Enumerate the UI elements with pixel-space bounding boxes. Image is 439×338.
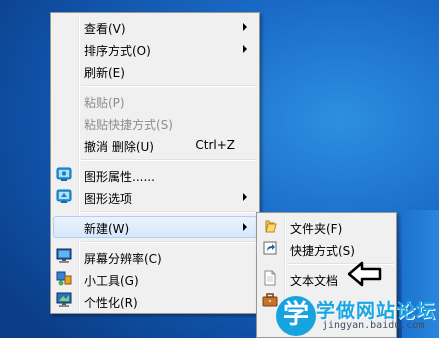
menu-item-shortcut: Ctrl+Z	[195, 138, 235, 152]
screen-resolution-icon	[56, 248, 72, 264]
graphics-properties-icon	[56, 166, 72, 182]
menu-item-personalize[interactable]: 个性化(R)	[53, 290, 257, 312]
submenu-item-folder[interactable]: 文件夹(F)	[259, 216, 394, 238]
menu-separator	[81, 241, 257, 243]
menu-item-gadgets[interactable]: 小工具(G)	[53, 268, 257, 290]
shortcut-icon	[262, 240, 278, 256]
menu-item-label: 查看(V)	[84, 22, 126, 36]
folder-icon	[262, 218, 278, 234]
menu-item-paste[interactable]: 粘贴(P)	[53, 90, 257, 112]
menu-item-undo-delete[interactable]: 撤消 删除(U) Ctrl+Z	[53, 134, 257, 156]
menu-item-graphics-properties[interactable]: 图形属性......	[53, 164, 257, 186]
text-document-icon	[262, 270, 278, 286]
menu-separator	[81, 159, 257, 161]
menu-item-label: 粘贴(P)	[84, 96, 125, 110]
menu-item-label: 文本文档	[290, 274, 339, 288]
submenu-arrow-icon	[243, 223, 247, 231]
watermark-title: 学做网站论坛	[316, 300, 437, 322]
graphics-options-icon	[56, 188, 72, 204]
menu-separator	[81, 211, 257, 213]
menu-item-label: 小工具(G)	[84, 274, 139, 288]
menu-item-label: 个性化(R)	[84, 296, 138, 310]
menu-item-paste-shortcut[interactable]: 粘贴快捷方式(S)	[53, 112, 257, 134]
desktop-context-menu: 查看(V) 排序方式(O) 刷新(E) 粘贴(P) 粘贴快捷方式(S) 撤消 删…	[50, 12, 260, 314]
menu-item-label: 新建(W)	[84, 222, 130, 236]
menu-item-label: 撤消 删除(U)	[84, 140, 154, 154]
menu-item-label: 排序方式(O)	[84, 44, 151, 58]
watermark-url: jingyan.baidu.com	[322, 320, 425, 331]
menu-item-view[interactable]: 查看(V)	[53, 16, 257, 38]
menu-item-label: 刷新(E)	[84, 66, 125, 80]
submenu-item-shortcut[interactable]: 快捷方式(S)	[259, 238, 394, 260]
menu-item-label: 屏幕分辨率(C)	[84, 252, 162, 266]
arrow-outline-icon	[347, 261, 382, 287]
personalize-icon	[56, 292, 72, 308]
submenu-arrow-icon	[243, 193, 247, 201]
menu-item-label: 粘贴快捷方式(S)	[84, 118, 173, 132]
menu-item-label: 图形属性......	[84, 170, 155, 184]
menu-separator	[81, 85, 257, 87]
menu-item-label: 文件夹(F)	[290, 222, 343, 236]
menu-item-refresh[interactable]: 刷新(E)	[53, 60, 257, 82]
menu-item-label: 图形选项	[84, 192, 133, 206]
watermark-badge: 学	[276, 296, 316, 336]
submenu-arrow-icon	[243, 23, 247, 31]
menu-item-screen-resolution[interactable]: 屏幕分辨率(C)	[53, 246, 257, 268]
menu-item-graphics-options[interactable]: 图形选项	[53, 186, 257, 208]
watermark: 学 学做网站论坛 jingyan.baidu.com	[268, 290, 439, 338]
menu-item-new[interactable]: 新建(W)	[53, 216, 257, 238]
menu-item-label: 快捷方式(S)	[290, 244, 355, 258]
menu-item-sort-by[interactable]: 排序方式(O)	[53, 38, 257, 60]
submenu-arrow-icon	[243, 45, 247, 53]
gadgets-icon	[56, 270, 72, 286]
